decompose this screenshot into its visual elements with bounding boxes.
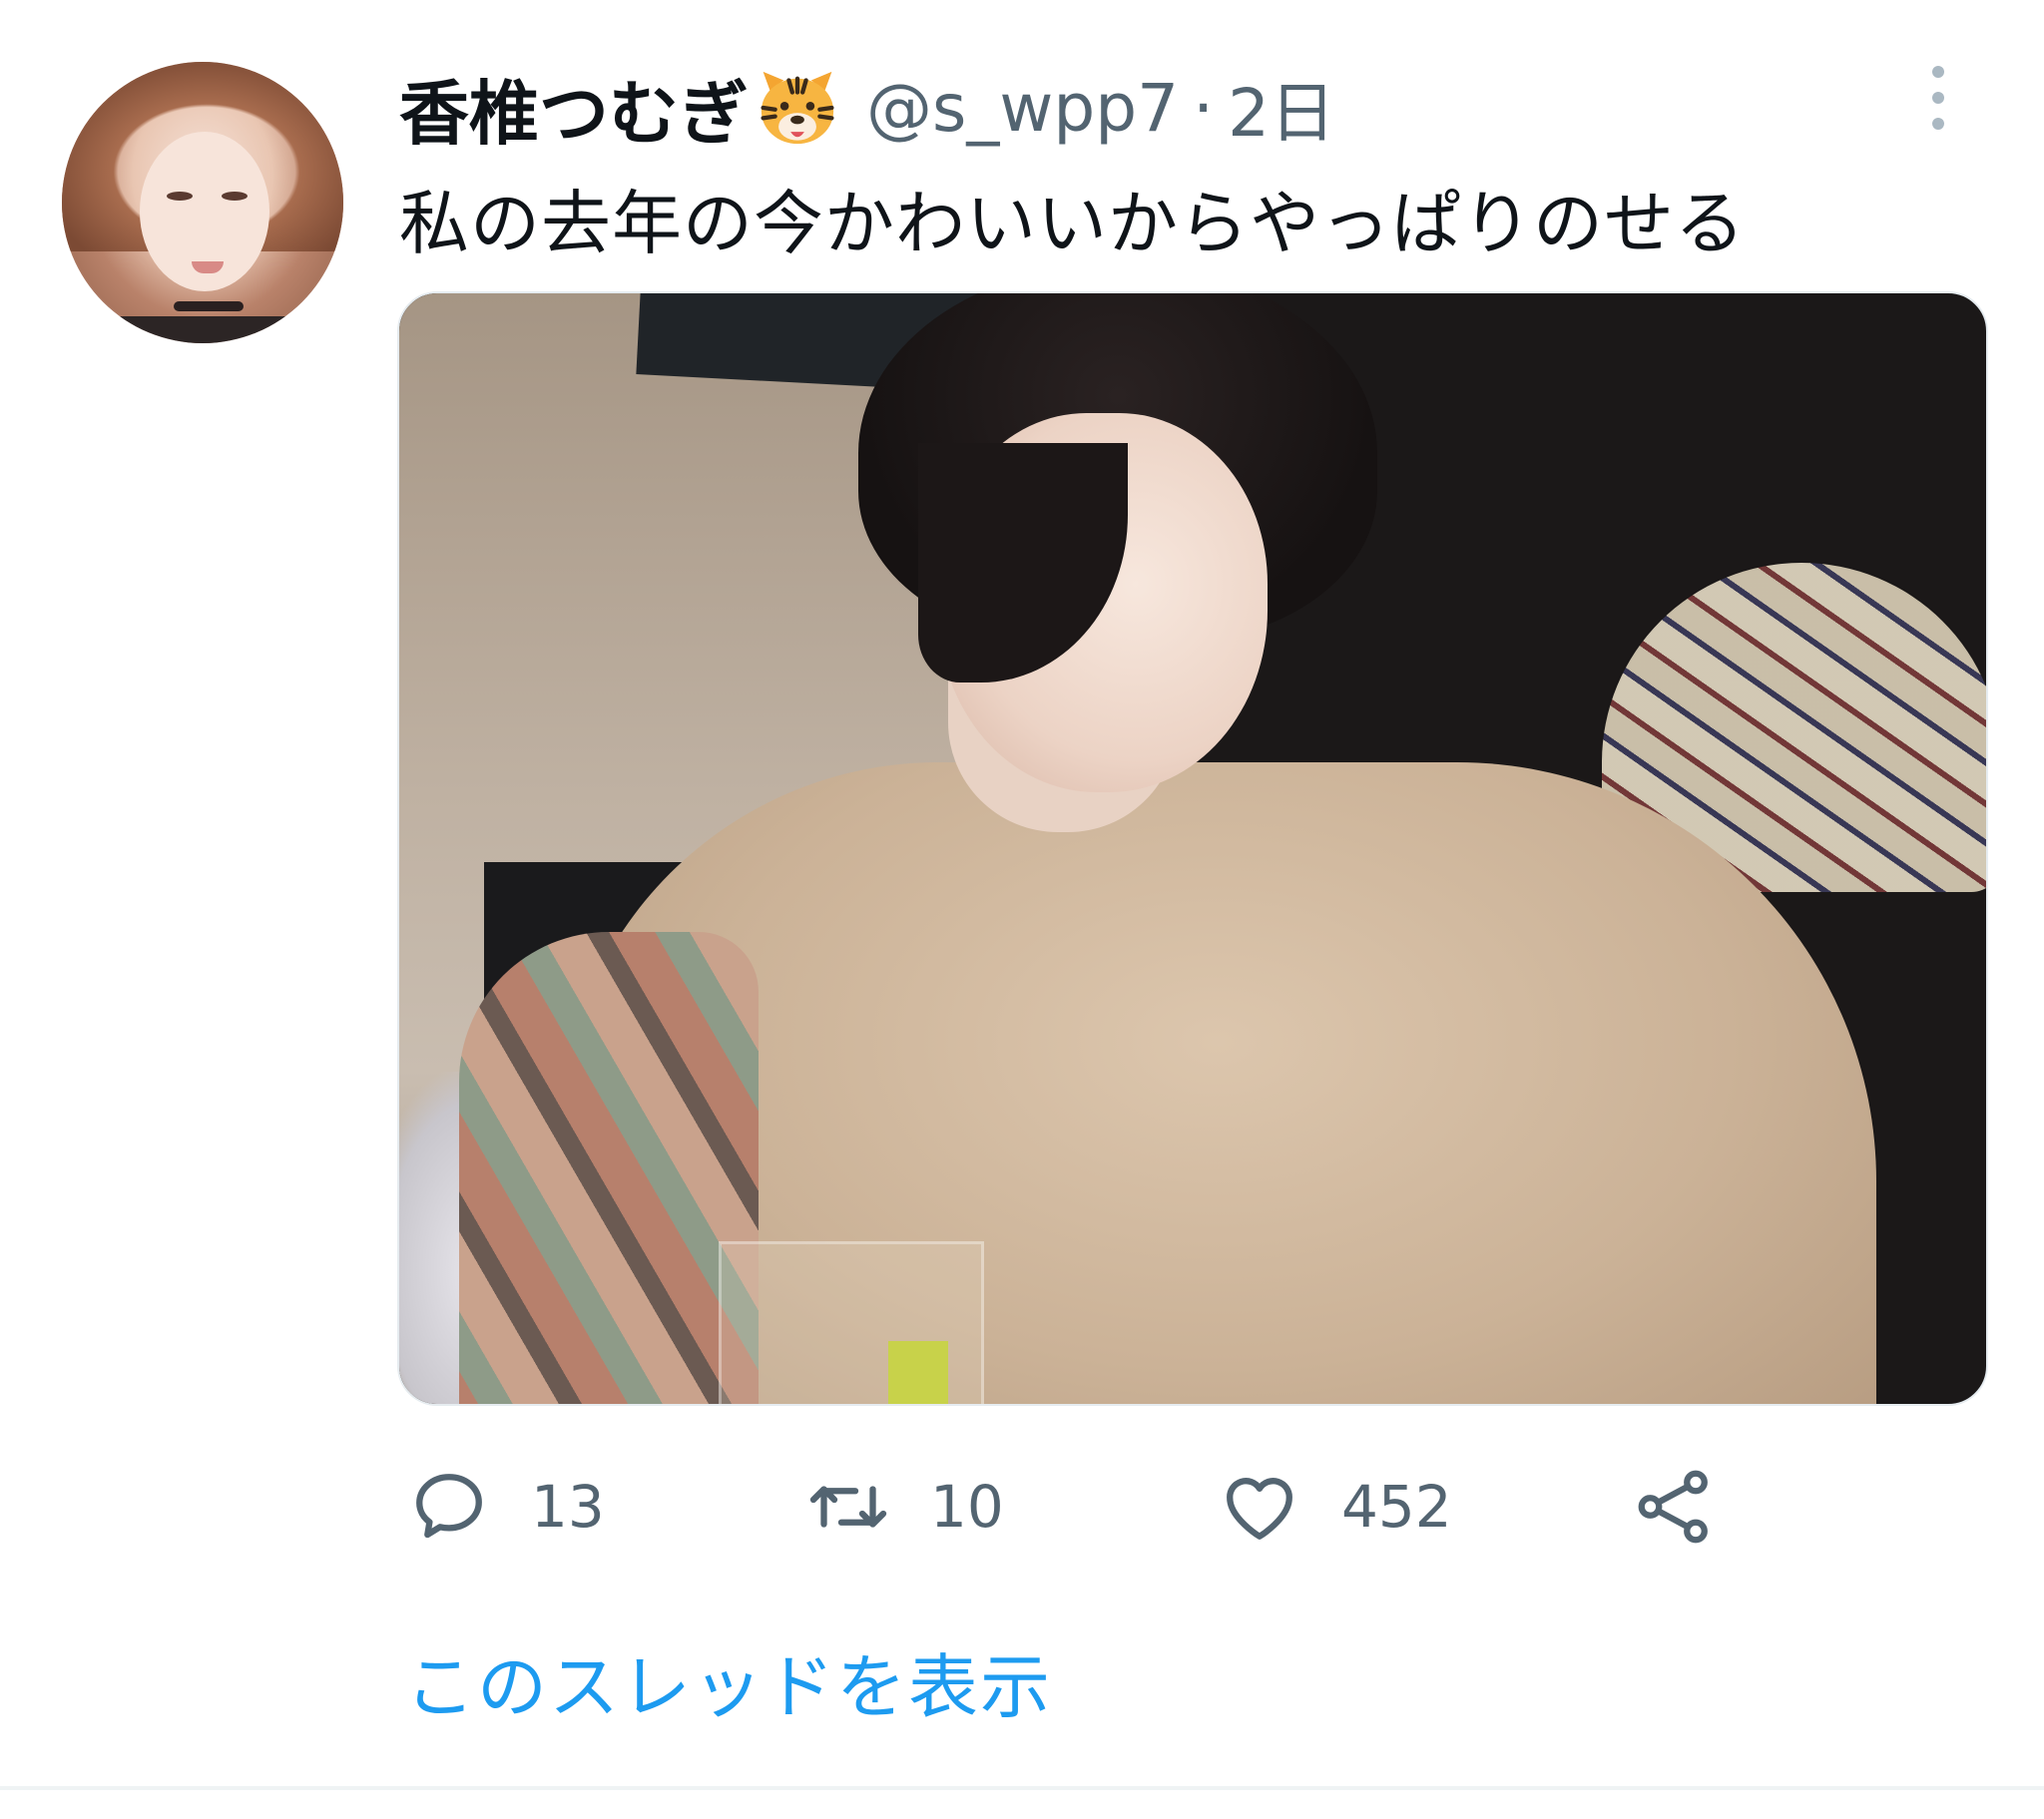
reply-button[interactable]: 13 <box>407 1457 605 1557</box>
tweet-photo[interactable] <box>397 291 1988 1406</box>
tweet-text: 私の去年の今かわいいからやっぱりのせる <box>399 183 1746 264</box>
retweet-count: 10 <box>930 1473 1004 1541</box>
tweet[interactable]: 香椎つむぎ @s_wpp7 · 2日 私の去年の今かわいいからやっぱりのせる 1… <box>0 0 2044 1786</box>
retweet-button[interactable]: 10 <box>806 1457 1004 1557</box>
avatar-choker <box>174 301 244 311</box>
reply-count: 13 <box>531 1473 605 1541</box>
share-icon <box>1638 1470 1708 1544</box>
retweet-arrows-icon <box>809 1486 887 1528</box>
tweet-timestamp[interactable]: 2日 <box>1228 60 1335 156</box>
tweet-header: 香椎つむぎ @s_wpp7 · 2日 <box>399 58 1335 158</box>
vertical-dots-icon[interactable] <box>1926 66 1950 136</box>
tiger-face-emoji-icon <box>755 65 840 151</box>
photo-sleeve <box>459 932 759 1404</box>
speech-bubble-icon <box>416 1474 482 1539</box>
divider <box>0 1786 2044 1790</box>
display-name[interactable]: 香椎つむぎ <box>399 58 749 159</box>
photo-label <box>888 1341 948 1404</box>
show-thread-link[interactable]: このスレッドを表示 <box>405 1631 1052 1732</box>
like-button[interactable]: 452 <box>1218 1457 1452 1557</box>
avatar-eye <box>222 192 248 201</box>
tweet-actions: 13 10 452 <box>399 1457 1796 1557</box>
share-button[interactable] <box>1633 1457 1717 1557</box>
like-count: 452 <box>1341 1473 1452 1541</box>
separator-dot: · <box>1193 69 1215 147</box>
heart-icon <box>1227 1478 1292 1540</box>
avatar-eye <box>167 192 193 201</box>
avatar[interactable] <box>62 62 343 343</box>
user-handle[interactable]: @s_wpp7 <box>866 70 1179 147</box>
avatar-clothing <box>82 316 331 343</box>
